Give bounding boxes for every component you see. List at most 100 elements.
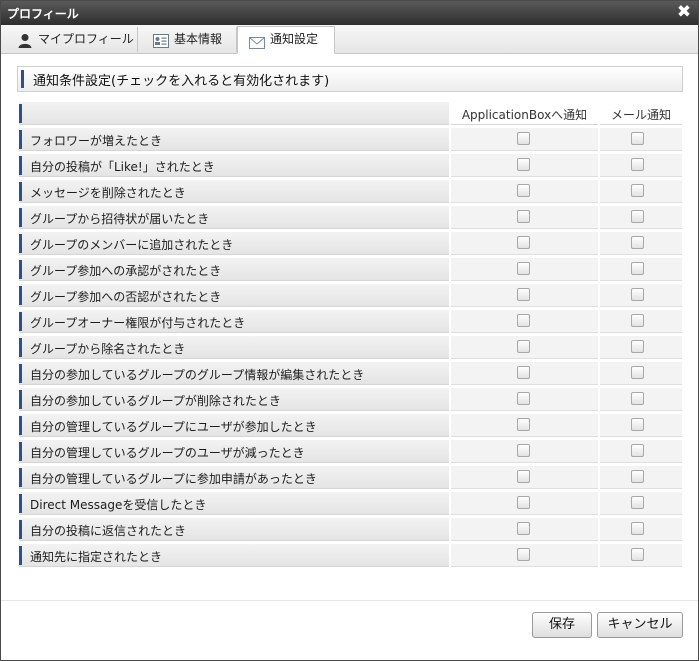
row-label: 自分の参加しているグループが削除されたとき <box>30 394 281 408</box>
row-accent-bar <box>19 442 22 461</box>
close-icon[interactable]: ✖ <box>676 3 692 21</box>
row-accent-bar <box>19 416 22 435</box>
mail-cell <box>600 180 682 203</box>
row-accent-bar <box>19 208 22 227</box>
appbox-checkbox[interactable] <box>517 158 530 171</box>
mail-checkbox[interactable] <box>631 496 644 509</box>
tab-my-profile[interactable]: マイプロフィール <box>7 27 138 52</box>
table-header-row: ApplicationBoxへ通知 メール通知 <box>19 102 682 126</box>
mail-checkbox[interactable] <box>631 210 644 223</box>
tab-notification-settings[interactable]: 通知設定 <box>237 26 335 54</box>
row-label-cell: 自分の参加しているグループが削除されたとき <box>19 388 449 411</box>
appbox-cell <box>451 466 598 489</box>
row-accent-bar <box>19 156 22 175</box>
row-label-cell: Direct Messageを受信したとき <box>19 492 449 515</box>
appbox-checkbox[interactable] <box>517 288 530 301</box>
mail-checkbox[interactable] <box>631 158 644 171</box>
row-label: Direct Messageを受信したとき <box>30 498 207 512</box>
row-label-cell: メッセージを削除されたとき <box>19 180 449 203</box>
row-label-cell: 自分の参加しているグループのグループ情報が編集されたとき <box>19 362 449 385</box>
row-label: 自分の管理しているグループにユーザが参加したとき <box>30 420 317 434</box>
mail-checkbox[interactable] <box>631 548 644 561</box>
row-accent-bar <box>19 546 22 565</box>
appbox-checkbox[interactable] <box>517 184 530 197</box>
table-row: グループオーナー権限が付与されたとき <box>19 310 682 334</box>
appbox-cell <box>451 232 598 255</box>
row-label: 自分の管理しているグループのユーザが減ったとき <box>30 446 305 460</box>
mail-cell <box>600 518 682 541</box>
table-row: 自分の参加しているグループが削除されたとき <box>19 388 682 412</box>
mail-checkbox[interactable] <box>631 262 644 275</box>
appbox-cell <box>451 492 598 515</box>
mail-cell <box>600 414 682 437</box>
row-label: グループ参加への否認がされたとき <box>30 290 222 304</box>
appbox-checkbox[interactable] <box>517 392 530 405</box>
row-label: グループ参加への承認がされたとき <box>30 264 222 278</box>
appbox-checkbox[interactable] <box>517 340 530 353</box>
table-row: 自分の投稿が「Like!」されたとき <box>19 154 682 178</box>
mail-checkbox[interactable] <box>631 314 644 327</box>
appbox-checkbox[interactable] <box>517 418 530 431</box>
appbox-checkbox[interactable] <box>517 366 530 379</box>
table-row: グループ参加への否認がされたとき <box>19 284 682 308</box>
tab-label: 基本情報 <box>174 32 223 46</box>
appbox-checkbox[interactable] <box>517 496 530 509</box>
appbox-checkbox[interactable] <box>517 132 530 145</box>
mail-cell <box>600 388 682 411</box>
row-label: グループから招待状が届いたとき <box>30 212 210 226</box>
mail-checkbox[interactable] <box>631 132 644 145</box>
table-row: フォロワーが増えたとき <box>19 128 682 152</box>
mail-checkbox[interactable] <box>631 366 644 379</box>
mail-cell <box>600 492 682 515</box>
row-label-cell: グループから招待状が届いたとき <box>19 206 449 229</box>
tab-basic-info[interactable]: 基本情報 <box>138 27 237 52</box>
row-accent-bar <box>19 182 22 201</box>
appbox-cell <box>451 336 598 359</box>
mail-checkbox[interactable] <box>631 236 644 249</box>
row-label-cell: 通知先に指定されたとき <box>19 544 449 567</box>
appbox-checkbox[interactable] <box>517 262 530 275</box>
mail-checkbox[interactable] <box>631 522 644 535</box>
appbox-cell <box>451 414 598 437</box>
appbox-cell <box>451 544 598 567</box>
row-label-cell: グループから除名されたとき <box>19 336 449 359</box>
appbox-checkbox[interactable] <box>517 236 530 249</box>
appbox-cell <box>451 128 598 151</box>
row-label: グループのメンバーに追加されたとき <box>30 238 234 252</box>
envelope-icon <box>249 33 265 58</box>
appbox-checkbox[interactable] <box>517 548 530 561</box>
appbox-checkbox[interactable] <box>517 522 530 535</box>
mail-checkbox[interactable] <box>631 288 644 301</box>
mail-checkbox[interactable] <box>631 340 644 353</box>
appbox-checkbox[interactable] <box>517 470 530 483</box>
mail-cell <box>600 154 682 177</box>
mail-checkbox[interactable] <box>631 418 644 431</box>
row-label-cell: 自分の管理しているグループにユーザが参加したとき <box>19 414 449 437</box>
appbox-cell <box>451 362 598 385</box>
mail-checkbox[interactable] <box>631 184 644 197</box>
mail-cell <box>600 310 682 333</box>
row-label: グループオーナー権限が付与されたとき <box>30 316 246 330</box>
table-row: 通知先に指定されたとき <box>19 544 682 568</box>
header-label-cell <box>19 102 449 125</box>
appbox-checkbox[interactable] <box>517 314 530 327</box>
appbox-checkbox[interactable] <box>517 444 530 457</box>
cancel-button[interactable]: キャンセル <box>597 612 683 638</box>
appbox-cell <box>451 518 598 541</box>
appbox-checkbox[interactable] <box>517 210 530 223</box>
id-card-icon <box>153 32 169 57</box>
mail-cell <box>600 440 682 463</box>
dialog-titlebar[interactable]: プロフィール ✖ <box>1 1 698 25</box>
table-row: 自分の参加しているグループのグループ情報が編集されたとき <box>19 362 682 386</box>
save-button[interactable]: 保存 <box>532 612 592 638</box>
row-label: 自分の管理しているグループに参加申請があったとき <box>30 472 317 486</box>
row-accent-bar <box>19 364 22 383</box>
mail-checkbox[interactable] <box>631 470 644 483</box>
profile-dialog: プロフィール ✖ マイプロフィール 基本情報 通知設定 通知条件設定(チェックを… <box>0 0 699 661</box>
row-accent-bar <box>19 130 22 149</box>
header-mail-cell: メール通知 <box>600 102 682 125</box>
mail-cell <box>600 258 682 281</box>
mail-checkbox[interactable] <box>631 444 644 457</box>
mail-checkbox[interactable] <box>631 392 644 405</box>
dialog-title: プロフィール <box>7 7 79 21</box>
